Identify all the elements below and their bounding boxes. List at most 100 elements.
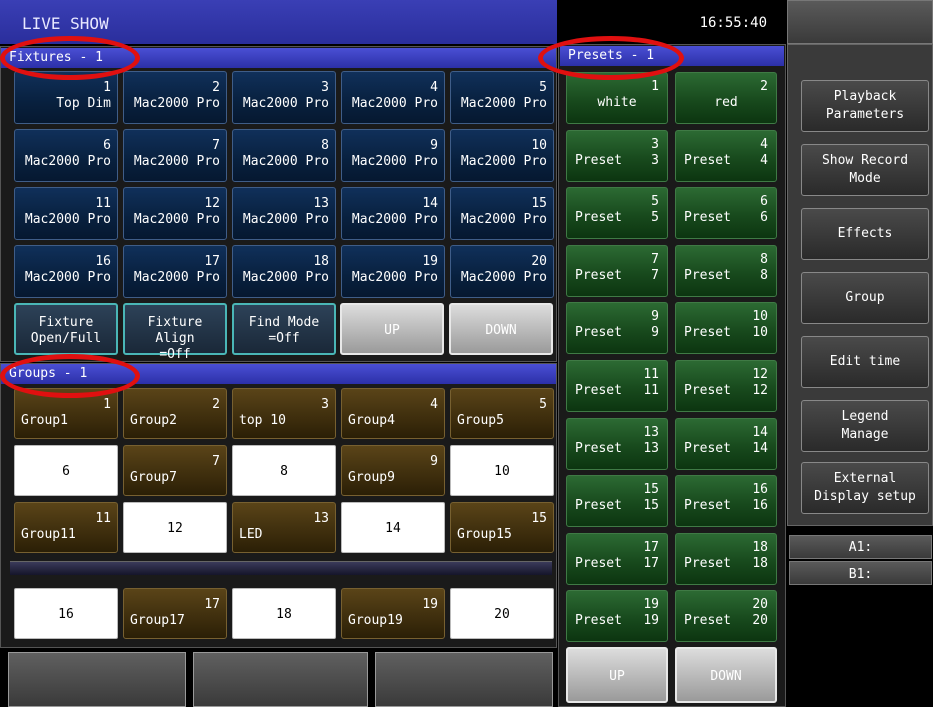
bottom-box-3[interactable] <box>375 652 553 707</box>
fixtures-down-button[interactable]: DOWN <box>449 303 553 355</box>
group-button[interactable]: 7 Group7 <box>123 445 227 496</box>
presets-up-button[interactable]: UP <box>566 647 668 703</box>
preset-button[interactable]: 7 Preset 7 <box>566 244 668 297</box>
preset-label: Preset <box>684 498 731 514</box>
sidebar-button[interactable]: Edit time <box>801 336 929 388</box>
fixture-button[interactable]: 16 Mac2000 Pro <box>14 245 118 298</box>
preset-index: 12 <box>752 383 768 398</box>
preset-button[interactable]: 16 Preset 16 <box>675 475 777 528</box>
group-button[interactable]: 17 Group17 <box>123 588 227 639</box>
fixture-button[interactable]: 18 Mac2000 Pro <box>232 245 336 298</box>
fixture-tool-button[interactable]: Fixture Open/Full <box>14 303 118 355</box>
preset-index: 4 <box>760 152 768 168</box>
group-button[interactable]: 2 Group2 <box>123 388 227 439</box>
fixture-number: 9 <box>430 138 438 153</box>
fixture-button[interactable]: 7 Mac2000 Pro <box>123 129 227 182</box>
fixture-name: Mac2000 Pro <box>242 154 329 169</box>
b1-display: B1: <box>789 561 932 585</box>
group-button[interactable]: 15 Group15 <box>450 502 554 553</box>
preset-button[interactable]: 6 Preset 6 <box>675 187 777 240</box>
fixture-button[interactable]: 3 Mac2000 Pro <box>232 71 336 124</box>
fixture-button[interactable]: 19 Mac2000 Pro <box>341 245 445 298</box>
group-slot-empty[interactable]: 14 <box>341 502 445 553</box>
fixture-number: 20 <box>531 254 547 269</box>
sidebar-button-line1: Effects <box>837 226 893 241</box>
fixture-number: 10 <box>531 138 547 153</box>
fixture-tool-button[interactable]: Find Mode =Off <box>232 303 336 355</box>
bottom-box-2[interactable] <box>193 652 368 707</box>
group-slot-empty[interactable]: 10 <box>450 445 554 496</box>
fixture-button[interactable]: 14 Mac2000 Pro <box>341 187 445 240</box>
highlight-presets-header <box>538 36 684 80</box>
group-slot-empty[interactable]: 20 <box>450 588 554 639</box>
fixture-number: 12 <box>204 196 220 211</box>
group-button[interactable]: 11 Group11 <box>14 502 118 553</box>
fixtures-up-button[interactable]: UP <box>340 303 444 355</box>
fixture-button[interactable]: 17 Mac2000 Pro <box>123 245 227 298</box>
fixture-button[interactable]: 9 Mac2000 Pro <box>341 129 445 182</box>
group-slot-empty[interactable]: 6 <box>14 445 118 496</box>
preset-button[interactable]: 9 Preset 9 <box>566 302 668 355</box>
sidebar-button[interactable]: Group <box>801 272 929 324</box>
group-slot-empty[interactable]: 18 <box>232 588 336 639</box>
fixture-number: 5 <box>539 80 547 95</box>
fixture-button[interactable]: 2 Mac2000 Pro <box>123 71 227 124</box>
fixture-button[interactable]: 8 Mac2000 Pro <box>232 129 336 182</box>
fixture-button[interactable]: 6 Mac2000 Pro <box>14 129 118 182</box>
preset-label: Preset <box>684 383 731 398</box>
preset-button[interactable]: 13 Preset 13 <box>566 417 668 470</box>
preset-button[interactable]: 11 Preset 11 <box>566 360 668 412</box>
fixture-button[interactable]: 4 Mac2000 Pro <box>341 71 445 124</box>
fixture-button[interactable]: 13 Mac2000 Pro <box>232 187 336 240</box>
fixture-button[interactable]: 11 Mac2000 Pro <box>14 187 118 240</box>
preset-label-row: Preset 6 <box>684 210 768 226</box>
preset-button[interactable]: 10 Preset 10 <box>675 302 777 355</box>
preset-button[interactable]: 15 Preset 15 <box>566 475 668 528</box>
group-button[interactable]: 19 Group19 <box>341 588 445 639</box>
preset-label-row: Preset 9 <box>575 325 659 341</box>
preset-button[interactable]: 17 Preset 17 <box>566 532 668 585</box>
preset-button[interactable]: 8 Preset 8 <box>675 244 777 297</box>
fixture-button[interactable]: 15 Mac2000 Pro <box>450 187 554 240</box>
group-button[interactable]: 9 Group9 <box>341 445 445 496</box>
group-name: top 10 <box>239 413 286 428</box>
bottom-box-1[interactable] <box>8 652 186 707</box>
fixture-name: Mac2000 Pro <box>24 270 111 285</box>
group-button[interactable]: 4 Group4 <box>341 388 445 439</box>
group-slot-empty[interactable]: 12 <box>123 502 227 553</box>
preset-button[interactable]: 5 Preset 5 <box>566 187 668 240</box>
preset-button[interactable]: 2 red <box>675 72 777 124</box>
group-slot-number: 10 <box>494 464 510 479</box>
preset-button[interactable]: 19 Preset 19 <box>566 590 668 643</box>
sidebar-button[interactable]: Show Record Mode <box>801 144 929 196</box>
preset-label: white <box>597 95 637 110</box>
group-slot-empty[interactable]: 8 <box>232 445 336 496</box>
sidebar-button[interactable]: Legend Manage <box>801 400 929 452</box>
groups-scroll-bar[interactable] <box>10 561 552 575</box>
preset-button[interactable]: 12 Preset 12 <box>675 360 777 412</box>
preset-label-row: Preset 4 <box>684 153 768 169</box>
preset-label-row: Preset 11 <box>575 383 659 399</box>
sidebar-button[interactable]: External Display setup <box>801 462 929 514</box>
fixture-button[interactable]: 12 Mac2000 Pro <box>123 187 227 240</box>
group-button[interactable]: 3 top 10 <box>232 388 336 439</box>
preset-button[interactable]: 4 Preset 4 <box>675 129 777 182</box>
fixture-button[interactable]: 20 Mac2000 Pro <box>450 245 554 298</box>
sidebar-button[interactable]: Playback Parameters <box>801 80 929 132</box>
group-button[interactable]: 13 LED <box>232 502 336 553</box>
fixture-tool-button[interactable]: Fixture Align =Off <box>123 303 227 362</box>
group-name: Group1 <box>21 413 68 428</box>
preset-button[interactable]: 18 Preset 18 <box>675 532 777 585</box>
preset-button[interactable]: 14 Preset 14 <box>675 417 777 470</box>
preset-number: 13 <box>643 424 659 440</box>
presets-down-button[interactable]: DOWN <box>675 647 777 703</box>
preset-index: 6 <box>760 210 768 226</box>
group-button[interactable]: 5 Group5 <box>450 388 554 439</box>
fixture-button[interactable]: 10 Mac2000 Pro <box>450 129 554 182</box>
group-slot-empty[interactable]: 16 <box>14 588 118 639</box>
fixture-button[interactable]: 5 Mac2000 Pro <box>450 71 554 124</box>
preset-button[interactable]: 20 Preset 20 <box>675 590 777 643</box>
sidebar-button[interactable]: Effects <box>801 208 929 260</box>
preset-button[interactable]: 3 Preset 3 <box>566 129 668 182</box>
preset-label: Preset <box>684 440 731 456</box>
